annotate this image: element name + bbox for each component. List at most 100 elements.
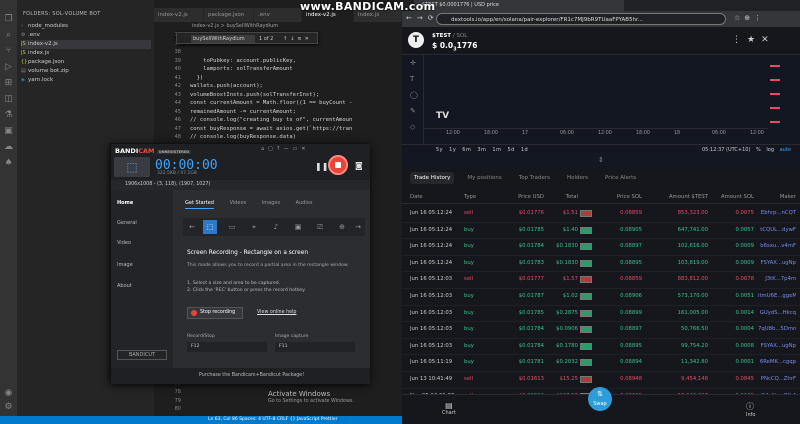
column-header[interactable]: Price SOL <box>590 194 642 200</box>
testing-icon[interactable]: ⚗ <box>3 110 14 121</box>
code-line[interactable]: wallets.push(account); <box>190 82 402 91</box>
account-icon[interactable]: ◉ <box>3 388 14 399</box>
column-header[interactable]: Total <box>544 194 578 200</box>
purchase-banner[interactable]: Purchase the Bandicam+Bandicut Package! <box>111 368 370 384</box>
chart-plot-area[interactable] <box>424 55 768 129</box>
cursor-mode-icon[interactable]: ⌖ <box>247 222 261 232</box>
stop-recording-button[interactable]: Stop recording <box>187 307 243 319</box>
pause-icon[interactable]: ❚❚ <box>315 162 328 171</box>
trade-row[interactable]: Jun 16 05:12:03 buy $0.01787 $1.02 0.08906 57… <box>402 289 800 306</box>
trade-tab[interactable]: Price Alerts <box>601 172 640 184</box>
column-header[interactable]: Amount SOL <box>708 194 754 200</box>
files-icon[interactable]: ❐ <box>3 14 14 25</box>
column-header[interactable]: Maker <box>758 194 796 200</box>
tree-item-index[interactable]: JS index.js <box>21 49 151 58</box>
range-button[interactable]: 1m <box>492 147 501 153</box>
extensions-icon[interactable]: ⊞ <box>3 78 14 89</box>
trade-tab[interactable]: Top Traders <box>515 172 554 184</box>
tab-audios[interactable]: Audios <box>296 200 313 206</box>
ruler-icon[interactable]: ◇ <box>410 123 415 131</box>
trade-tab[interactable]: My positions <box>463 172 505 184</box>
trade-maker[interactable]: 6ReMK...cgqp <box>758 359 796 365</box>
range-button[interactable]: 5y <box>436 147 443 153</box>
tab-get-started[interactable]: Get Started <box>185 200 214 209</box>
circle-tool-icon[interactable]: ◯ <box>410 91 418 99</box>
nav-video[interactable]: Video <box>117 240 131 246</box>
range-button[interactable]: 1d <box>521 147 528 153</box>
nav-about[interactable]: About <box>117 283 132 289</box>
gamepad-icon[interactable]: ⊕ <box>335 222 349 232</box>
tab-videos[interactable]: Videos <box>230 200 247 206</box>
trade-maker[interactable]: itmU6E...ggeM <box>758 293 796 299</box>
trade-row[interactable]: Jun 16 05:12:24 buy $0.01785 $1.40 0.08905 64… <box>402 223 800 240</box>
bandicut-button[interactable]: BANDICUT <box>117 350 167 360</box>
rectangle-mode-icon[interactable]: ⬚ <box>114 157 150 177</box>
auto-toggle[interactable]: auto <box>780 147 791 153</box>
range-button[interactable]: 1y <box>449 147 456 153</box>
range-button[interactable]: 3m <box>477 147 486 153</box>
arrow-left-icon[interactable]: ← <box>185 222 199 232</box>
nav-buttons[interactable]: ←→⟳ <box>406 14 439 22</box>
range-button[interactable]: 5d <box>507 147 514 153</box>
address-bar[interactable]: dextools.io/app/en/solana/pair-explorer/… <box>436 13 726 25</box>
breadcrumb[interactable]: index-v2.js > buySellWithRaydium <box>154 22 402 31</box>
online-help-link[interactable]: View online help <box>257 310 296 315</box>
tab-package-json[interactable]: package.json <box>204 8 254 22</box>
run-debug-icon[interactable]: ▷ <box>3 62 14 73</box>
range-button[interactable]: 6m <box>462 147 471 153</box>
nav-general[interactable]: General <box>117 220 137 226</box>
nav-image[interactable]: Image <box>117 262 133 268</box>
nav-home[interactable]: Home <box>117 200 133 206</box>
search-icon[interactable]: ⌕ <box>3 30 14 41</box>
extension-icons[interactable]: ☆⊕⋮ <box>734 14 765 22</box>
price-chart[interactable]: ✛ T ◯ ✎ ◇ TV 12:00 18:00 17 06:00 12:00 18:00… <box>402 55 800 155</box>
nav-info[interactable]: ⓘ Info <box>746 401 755 418</box>
tab-index-v2[interactable]: index-v2.js <box>154 8 204 22</box>
cloud-icon[interactable]: ☁ <box>3 142 14 153</box>
trade-maker[interactable]: b6sxu...v4mF <box>758 243 796 249</box>
trade-row[interactable]: Jun 16 05:12:24 sell $0.01776 $1.51 0.08859 8… <box>402 206 800 223</box>
code-line[interactable]: remainedAmount -= currentAmount; <box>190 108 402 117</box>
trade-maker[interactable]: FSYAX...ugNp <box>758 260 797 266</box>
code-line[interactable]: // console.log(buyResponse.data) <box>190 133 402 142</box>
code-line[interactable] <box>190 48 402 57</box>
audio-mode-icon[interactable]: ♪ <box>269 222 283 232</box>
column-header[interactable]: Price USD <box>488 194 544 200</box>
percent-toggle[interactable]: % <box>756 147 761 153</box>
image-hotkey-field[interactable]: F11 <box>275 342 355 352</box>
window-controls[interactable]: ⌂▢?—▭✕ <box>261 146 309 152</box>
tab-images[interactable]: Images <box>262 200 280 206</box>
trade-row[interactable]: Jun 16 05:12:03 sell $0.01777 $1.57 0.08859 8… <box>402 272 800 289</box>
trendline-icon[interactable]: T <box>410 75 414 83</box>
tree-item-node-modules[interactable]: › node_modules <box>21 22 151 31</box>
find-nav-buttons[interactable]: ↑↓≡✕ <box>283 35 312 43</box>
docker-icon[interactable]: ▣ <box>3 126 14 137</box>
trade-row[interactable]: Jun 16 05:11:19 buy $0.01781 $0.2032 0.08894… <box>402 355 800 372</box>
device-mode-icon[interactable]: ⎚ <box>313 222 327 232</box>
nav-chart[interactable]: ▤ Chart <box>442 401 456 416</box>
code-line[interactable]: volumeBoostInsts.push(solTransferInst); <box>190 91 402 100</box>
trade-maker[interactable]: FSYAX...ugNp <box>758 343 797 349</box>
tree-item-package-json[interactable]: {}package.json <box>21 58 151 67</box>
leaf-icon[interactable]: ♠ <box>3 158 14 169</box>
resize-handle-icon[interactable]: ⇕ <box>598 156 604 164</box>
rec-stop-button[interactable] <box>328 155 348 175</box>
trade-row[interactable]: Jun 16 05:12:03 buy $0.01785 $0.2875 0.08899… <box>402 306 800 323</box>
crosshair-icon[interactable]: ✛ <box>410 59 416 67</box>
tree-item-index-v2[interactable]: JS index-v2.js <box>21 40 151 49</box>
fullscreen-mode-icon[interactable]: ▭ <box>225 222 239 232</box>
game-mode-icon[interactable]: ▣ <box>291 222 305 232</box>
code-line[interactable]: const buyResponse = await axios.get(`htt… <box>190 125 402 134</box>
code-line[interactable]: }) <box>190 74 402 83</box>
trade-maker[interactable]: GUydS...Hkcq <box>758 310 796 316</box>
trade-row[interactable]: Jun 16 05:12:03 buy $0.01784 $0.1780 0.08895… <box>402 339 800 356</box>
source-control-icon[interactable]: ⑂ <box>3 46 14 57</box>
column-header[interactable]: Date <box>410 194 423 200</box>
settings-gear-icon[interactable]: ⚙ <box>3 402 14 413</box>
tab-env[interactable]: .env <box>254 8 302 22</box>
code-line[interactable]: lamports: solTransferAmount <box>190 65 402 74</box>
header-icons[interactable]: ⋮★✕ <box>732 35 775 45</box>
camera-icon[interactable]: ◙ <box>355 161 363 170</box>
trade-row[interactable]: Jun 13 10:41:49 sell $0.01613 $15.25 0.08948… <box>402 372 800 389</box>
trade-tab[interactable]: Holders <box>563 172 592 184</box>
